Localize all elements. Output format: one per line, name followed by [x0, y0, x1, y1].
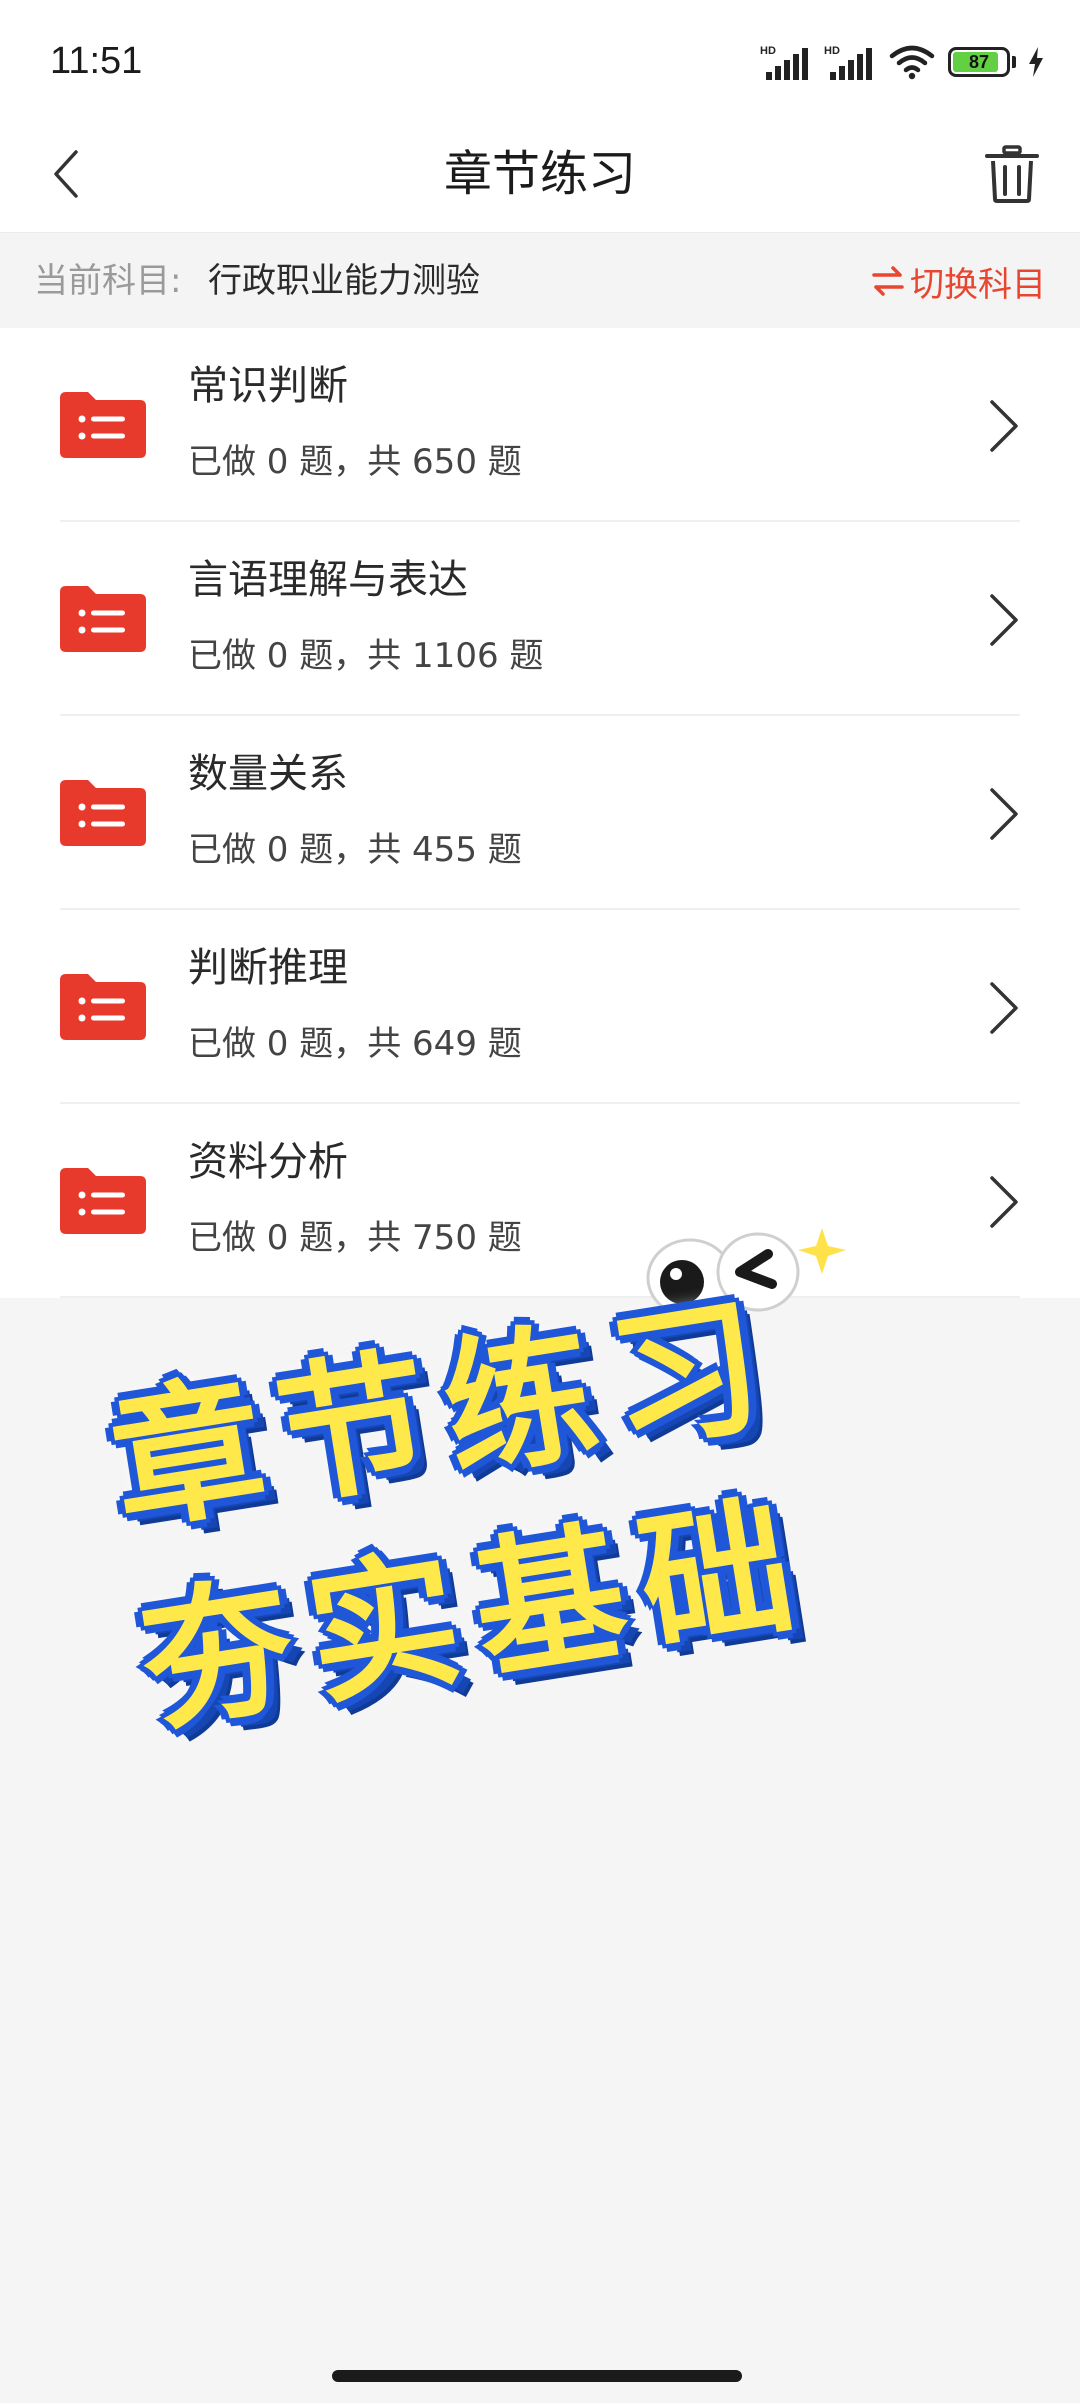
folder-list-icon: [60, 586, 146, 652]
chevron-left-icon: [54, 150, 78, 198]
network-type-label: HD: [824, 45, 840, 57]
folder-list-icon: [60, 1168, 146, 1234]
promo-subline: 夯实基础: [130, 1476, 822, 1754]
chapter-name: 资料分析: [188, 1139, 348, 1185]
cellular-signal-icon: HD: [824, 45, 872, 80]
battery-level: 87: [968, 52, 990, 72]
subject-label: 当前科目:: [34, 261, 182, 301]
promo-sticker: 章节练习 夯实基础: [90, 1228, 950, 1790]
wifi-icon: [889, 45, 935, 80]
cellular-signal-icon: HD: [760, 45, 808, 80]
charging-bolt-icon: [1029, 47, 1043, 77]
chapter-name: 判断推理: [188, 945, 348, 991]
chapter-item-1[interactable]: 言语理解与表达 已做 0 题，共 1106 题: [0, 522, 1080, 716]
network-type-label: HD: [760, 45, 776, 57]
battery-icon: 87: [948, 47, 1010, 77]
swap-arrows-icon: [872, 266, 904, 296]
status-icons: HD HD 87: [760, 40, 1044, 84]
folder-list-icon: [60, 974, 146, 1040]
clear-records-button[interactable]: [974, 136, 1050, 212]
chapter-list: 常识判断 已做 0 题，共 650 题 言语理解与表达 已做 0 题，共 110…: [0, 328, 1080, 1298]
chapter-progress: 已做 0 题，共 650 题: [188, 442, 522, 482]
chapter-name: 言语理解与表达: [188, 557, 468, 603]
switch-subject-button[interactable]: 切换科目: [870, 233, 1046, 329]
folder-list-icon: [60, 780, 146, 846]
chevron-right-icon: [990, 982, 1018, 1034]
chapter-name: 常识判断: [188, 363, 348, 409]
chevron-right-icon: [990, 400, 1018, 452]
screen: 11:51 HD HD 87 章节练习 当前科目: 行政职业能力测验 切换科目 …: [0, 0, 1080, 2403]
chapter-progress: 已做 0 题，共 455 题: [188, 830, 522, 870]
status-bar: 11:51 HD HD 87: [0, 0, 1080, 116]
chapter-progress: 已做 0 题，共 750 题: [188, 1218, 522, 1258]
switch-subject-label: 切换科目: [910, 264, 1046, 305]
chevron-right-icon: [990, 788, 1018, 840]
chevron-right-icon: [990, 1176, 1018, 1228]
trash-icon: [985, 145, 1039, 203]
nav-bar: 章节练习: [0, 116, 1080, 232]
chapter-item-3[interactable]: 判断推理 已做 0 题，共 649 题: [0, 910, 1080, 1104]
promo-headline: 章节练习: [100, 1276, 792, 1554]
status-time: 11:51: [50, 40, 143, 82]
back-button[interactable]: [30, 138, 102, 210]
chevron-right-icon: [990, 594, 1018, 646]
subject-bar: 当前科目: 行政职业能力测验 切换科目: [0, 232, 1080, 328]
page-title: 章节练习: [443, 146, 636, 202]
chapter-progress: 已做 0 题，共 649 题: [188, 1024, 522, 1064]
chapter-item-4[interactable]: 资料分析 已做 0 题，共 750 题: [0, 1104, 1080, 1298]
battery-nub: [1012, 56, 1016, 68]
subject-value: 行政职业能力测验: [208, 261, 480, 301]
chapter-item-0[interactable]: 常识判断 已做 0 题，共 650 题: [0, 328, 1080, 522]
chapter-name: 数量关系: [188, 751, 348, 797]
home-indicator[interactable]: [332, 2370, 742, 2382]
chapter-progress: 已做 0 题，共 1106 题: [188, 636, 544, 676]
folder-list-icon: [60, 392, 146, 458]
chapter-item-2[interactable]: 数量关系 已做 0 题，共 455 题: [0, 716, 1080, 910]
